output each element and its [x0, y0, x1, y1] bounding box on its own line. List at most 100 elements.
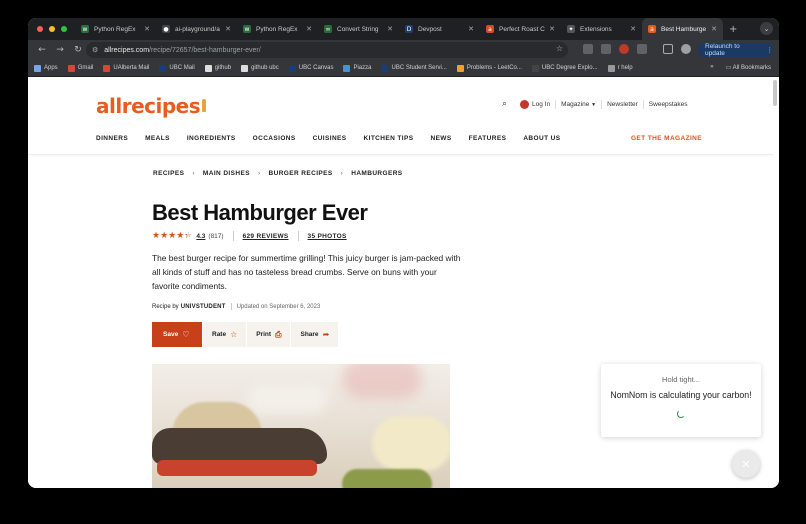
bookmark-item[interactable]: UBC Canvas — [288, 64, 333, 72]
save-button[interactable]: Save ♡ — [152, 322, 203, 347]
hold-tight-text: Hold tight... — [662, 375, 700, 384]
reviews-link[interactable]: 629 REVIEWS — [243, 233, 289, 240]
maximize-window-button[interactable] — [61, 26, 67, 32]
side-panel-icon[interactable] — [663, 44, 673, 54]
browser-tab[interactable]: ✦ Extensions ✕ — [561, 18, 642, 40]
close-tab-icon[interactable]: ✕ — [468, 25, 474, 33]
forward-arrow-icon[interactable]: → — [52, 45, 68, 55]
loading-spinner-icon — [677, 410, 685, 418]
breadcrumb-link[interactable]: MAIN DISHES — [203, 170, 250, 177]
bookmark-item[interactable]: Problems - LeetCo... — [456, 64, 522, 72]
star-outline-icon: ☆ — [230, 330, 238, 339]
bookmark-favicon-icon — [456, 64, 464, 72]
recipe-hero-image[interactable] — [152, 364, 450, 488]
browser-tab[interactable]: D Devpost ✕ — [399, 18, 480, 40]
breadcrumb-link[interactable]: RECIPES — [153, 170, 184, 177]
login-link[interactable]: Log In — [532, 101, 550, 108]
bookmark-item[interactable]: github — [204, 64, 231, 72]
bookmarks-bar: Apps Gmail UAlberta Mail UBC Mail github gith… — [28, 60, 779, 77]
print-button[interactable]: Print ⎙ — [247, 322, 292, 347]
share-button[interactable]: Share ➦ — [291, 322, 340, 347]
close-tab-icon[interactable]: ✕ — [144, 25, 150, 33]
search-icon[interactable]: ⌕ — [502, 99, 507, 109]
author-link[interactable]: UNIVSTUDENT — [181, 304, 226, 310]
bookmark-item[interactable]: Gmail — [67, 64, 94, 72]
recipe-actions: Save ♡ Rate ☆ Print ⎙ Share ➦ — [152, 322, 340, 347]
browser-tab[interactable]: w Python RegEx ✕ — [237, 18, 318, 40]
close-tab-icon[interactable]: ✕ — [387, 25, 393, 33]
tab-favicon-icon: a — [648, 25, 656, 33]
page-scrollbar[interactable] — [773, 80, 777, 106]
bookmark-star-icon[interactable]: ☆ — [556, 44, 563, 53]
nav-item[interactable]: ABOUT US — [523, 135, 560, 142]
tab-search-chevron-icon[interactable]: ⌄ — [760, 22, 773, 35]
bookmark-item[interactable]: UAlberta Mail — [103, 64, 149, 72]
allrecipes-logo[interactable]: allrecipes — [96, 94, 207, 118]
bookmark-item[interactable]: github ubc — [241, 64, 279, 72]
close-tab-icon[interactable]: ✕ — [225, 25, 231, 33]
nomnom-fab-button[interactable]: ✕ — [732, 450, 760, 478]
bookmark-item[interactable]: UBC Student Servi... — [381, 64, 447, 72]
tab-favicon-icon: ✦ — [567, 25, 575, 33]
tab-favicon-icon: w — [243, 25, 251, 33]
extension-badge-icon[interactable] — [619, 44, 629, 54]
bookmark-label: UBC Student Servi... — [391, 65, 447, 71]
new-tab-button[interactable]: + — [729, 24, 737, 35]
nav-item[interactable]: KITCHEN TIPS — [364, 135, 414, 142]
nav-item[interactable]: INGREDIENTS — [187, 135, 236, 142]
window-controls — [37, 26, 67, 32]
browser-tab[interactable]: a Perfect Roast C ✕ — [480, 18, 561, 40]
close-tab-icon[interactable]: ✕ — [711, 25, 717, 33]
close-tab-icon[interactable]: ✕ — [630, 25, 636, 33]
newsletter-link[interactable]: Newsletter — [607, 101, 638, 108]
bookmark-item[interactable]: UBC Mail — [159, 64, 195, 72]
browser-tab[interactable]: w Python RegEx ✕ — [75, 18, 156, 40]
nav-item[interactable]: NEWS — [430, 135, 451, 142]
extension-icon[interactable] — [601, 44, 611, 54]
puzzle-extensions-icon[interactable] — [637, 44, 647, 54]
tab-title: Extensions — [580, 25, 612, 33]
user-icon[interactable] — [520, 99, 530, 109]
rate-button[interactable]: Rate ☆ — [203, 322, 248, 347]
browser-tab[interactable]: ∞ Convert String ✕ — [318, 18, 399, 40]
tab-favicon-icon: D — [405, 25, 413, 33]
nav-item[interactable]: DINNERS — [96, 135, 128, 142]
bookmark-label: github ubc — [251, 65, 279, 71]
all-bookmarks-button[interactable]: ▭ All Bookmarks — [726, 64, 771, 71]
extension-icon[interactable] — [583, 44, 593, 54]
browser-tab[interactable]: ● ai-playground/a ✕ — [156, 18, 237, 40]
close-tab-icon[interactable]: ✕ — [549, 25, 555, 33]
nav-item[interactable]: MEALS — [145, 135, 170, 142]
address-bar[interactable]: ⚙ allrecipes.com /recipe/72657/best-hamb… — [86, 42, 568, 58]
carbon-message: NomNom is calculating your carbon! — [610, 390, 752, 400]
breadcrumb-link[interactable]: BURGER RECIPES — [269, 170, 333, 177]
site-info-icon[interactable]: ⚙ — [92, 46, 98, 54]
bookmark-item[interactable]: Apps — [34, 64, 58, 72]
browser-tab[interactable]: a Best Hamburge ✕ — [642, 18, 723, 40]
rate-label: Rate — [212, 331, 227, 338]
minimize-window-button[interactable] — [49, 26, 55, 32]
photos-link[interactable]: 35 PHOTOS — [308, 233, 347, 240]
bookmark-label: Gmail — [77, 65, 94, 71]
reload-icon[interactable]: ↻ — [70, 45, 86, 55]
close-tab-icon[interactable]: ✕ — [306, 25, 312, 33]
nav-item[interactable]: OCCASIONS — [253, 135, 296, 142]
back-arrow-icon[interactable]: ← — [34, 45, 50, 55]
get-magazine-link[interactable]: GET THE MAGAZINE — [631, 135, 702, 142]
relaunch-to-update-button[interactable]: Relaunch to update ⋮ — [698, 43, 773, 57]
magazine-dropdown[interactable]: Magazine ▼ — [561, 101, 596, 108]
bookmark-item[interactable]: Piazza — [343, 64, 371, 72]
breadcrumb-link[interactable]: HAMBURGERS — [351, 170, 402, 177]
browser-window: w Python RegEx ✕ ● ai-playground/a ✕ w Python R… — [28, 18, 779, 488]
nav-item[interactable]: FEATURES — [469, 135, 507, 142]
spoon-icon — [202, 99, 207, 112]
close-window-button[interactable] — [37, 26, 43, 32]
profile-avatar[interactable] — [681, 44, 691, 54]
rating-row: ★★★★★★ 4.3 (817) 629 REVIEWS 35 PHOTOS — [152, 231, 347, 241]
sweepstakes-link[interactable]: Sweepstakes — [649, 101, 688, 108]
nav-item[interactable]: CUISINES — [313, 135, 347, 142]
more-bookmarks-button[interactable]: » — [710, 64, 713, 71]
bookmark-item[interactable]: r help — [607, 64, 633, 72]
star-rating[interactable]: ★★★★★★ — [152, 231, 192, 241]
bookmark-item[interactable]: UBC Degree Explo... — [531, 64, 598, 72]
